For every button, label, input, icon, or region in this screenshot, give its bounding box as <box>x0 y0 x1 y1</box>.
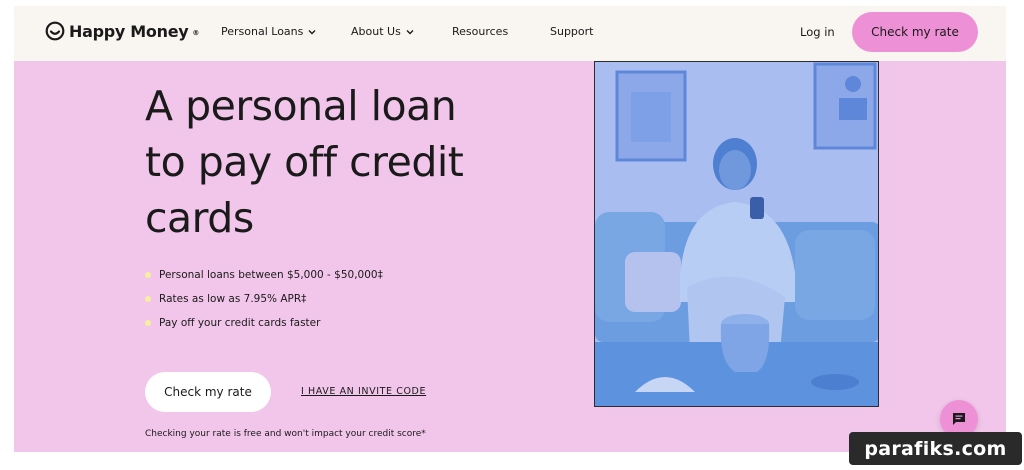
bullet-dot-icon <box>145 296 151 302</box>
happy-money-logo[interactable]: Happy Money ® <box>45 21 199 41</box>
header-check-rate-button[interactable]: Check my rate <box>852 12 978 52</box>
nav-resources[interactable]: Resources <box>452 25 508 38</box>
nav-about-us[interactable]: About Us <box>351 25 415 38</box>
login-link[interactable]: Log in <box>800 25 835 39</box>
hero-photo <box>594 61 879 407</box>
list-item: Personal loans between $5,000 - $50,000‡ <box>145 263 383 287</box>
hero-photo-illustration <box>595 62 878 406</box>
list-item: Pay off your credit cards faster <box>145 311 383 335</box>
nav-resources-label: Resources <box>452 25 509 38</box>
nav-about-us-label: About Us <box>351 25 401 38</box>
chevron-down-icon <box>308 29 316 34</box>
watermark: parafiks.com <box>849 432 1022 465</box>
nav-support-label: Support <box>550 25 594 38</box>
registered-mark: ® <box>192 29 200 37</box>
hero-headline: A personal loan to pay off credit cards <box>145 82 464 242</box>
credit-score-disclaimer: Checking your rate is free and won't imp… <box>145 429 426 439</box>
bullet-text: Pay off your credit cards faster <box>159 317 321 329</box>
nav-personal-loans[interactable]: Personal Loans <box>221 25 317 38</box>
nav-personal-loans-label: Personal Loans <box>221 25 304 38</box>
invite-code-link[interactable]: I HAVE AN INVITE CODE <box>301 386 426 397</box>
smiley-logo-icon <box>45 21 65 41</box>
bullet-text: Personal loans between $5,000 - $50,000‡ <box>159 269 383 281</box>
bullet-text: Rates as low as 7.95% APR‡ <box>159 293 307 305</box>
page-frame: Happy Money ® Personal Loans About Us Res… <box>14 6 1006 452</box>
hero-bullet-list: Personal loans between $5,000 - $50,000‡… <box>145 263 383 335</box>
bullet-dot-icon <box>145 272 151 278</box>
brand-name: Happy Money <box>69 21 189 41</box>
chevron-down-icon <box>406 29 414 34</box>
nav-support[interactable]: Support <box>550 25 593 38</box>
site-header: Happy Money ® Personal Loans About Us Res… <box>14 6 1006 61</box>
hero-check-rate-button[interactable]: Check my rate <box>145 372 271 412</box>
chat-icon <box>953 413 965 425</box>
list-item: Rates as low as 7.95% APR‡ <box>145 287 383 311</box>
bullet-dot-icon <box>145 320 151 326</box>
